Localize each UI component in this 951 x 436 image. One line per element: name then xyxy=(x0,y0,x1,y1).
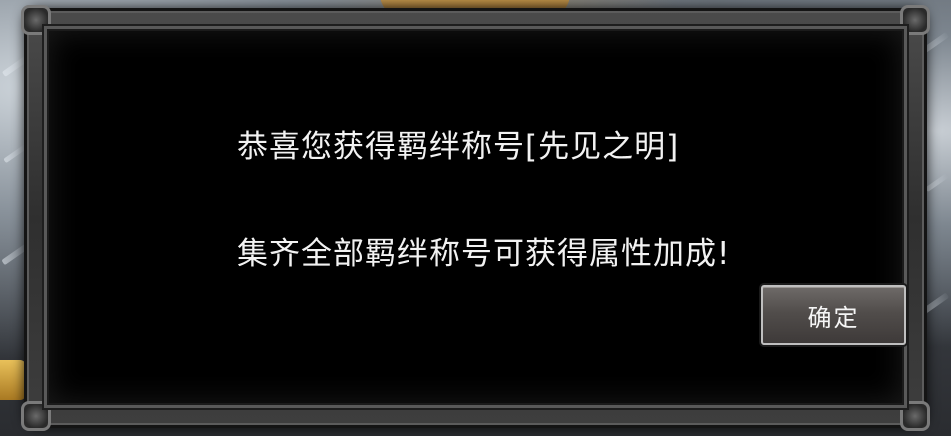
frame-corner-ornament xyxy=(900,401,930,431)
background-texture xyxy=(924,172,950,193)
dialog-content-panel: 恭喜您获得羁绊称号[先见之明] 集齐全部羁绊称号可获得属性加成! 确定 xyxy=(47,29,906,405)
confirm-button[interactable]: 确定 xyxy=(761,285,906,345)
frame-corner-ornament xyxy=(21,401,51,431)
reward-dialog: 恭喜您获得羁绊称号[先见之明] 集齐全部羁绊称号可获得属性加成! 确定 xyxy=(21,5,930,431)
collection-hint-message: 集齐全部羁绊称号可获得属性加成! xyxy=(237,236,731,272)
title-obtained-message: 恭喜您获得羁绊称号[先见之明] xyxy=(237,129,680,165)
background-side-tab xyxy=(0,360,26,400)
frame-corner-ornament xyxy=(900,5,930,35)
game-screen: 恭喜您获得羁绊称号[先见之明] 集齐全部羁绊称号可获得属性加成! 确定 xyxy=(0,0,951,436)
